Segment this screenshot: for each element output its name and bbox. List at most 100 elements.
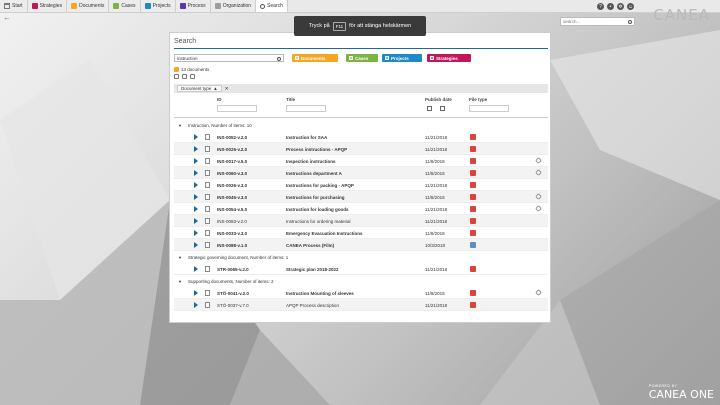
cell-title[interactable]: Strategic plan 2018-2022 (286, 267, 339, 272)
table-row[interactable]: STÖ-0037-v.7.0 APQP Process description 11… (174, 299, 548, 311)
header-file-type[interactable]: File type (469, 97, 487, 102)
cell-id[interactable]: STÖ-0041-v.2.0 (217, 291, 249, 296)
cell-title[interactable]: Process instructions - APQP (286, 147, 347, 152)
cell-title[interactable]: APQP Process description (286, 303, 339, 308)
table-row[interactable]: INS-0033-v.3.0 Emergency Evacuation Instr… (174, 227, 548, 239)
checkbox-icon[interactable] (430, 56, 434, 60)
table-row[interactable]: INS-0054-v.5.0 Instruction for loading go… (174, 203, 548, 215)
expand-row-icon[interactable] (194, 242, 198, 248)
remove-grouping-icon[interactable]: ✕ (225, 86, 229, 92)
link-icon[interactable] (534, 156, 543, 165)
columns-tool-icon[interactable] (182, 74, 187, 79)
pdf-file-icon[interactable] (470, 133, 476, 140)
cell-title[interactable]: Instructions for packing - APQP (286, 183, 354, 188)
header-publish-date[interactable]: Publish date (425, 97, 452, 102)
tab-process[interactable]: Process (175, 0, 211, 12)
group-header[interactable]: ▼ Instruction, Number of items: 10 (174, 119, 548, 131)
calendar-from-icon[interactable] (427, 106, 432, 111)
cell-title[interactable]: Instruction for SAA (286, 135, 327, 140)
group-header[interactable]: ▼ Supporting documents, Number of items: … (174, 275, 548, 287)
cell-id[interactable]: INS-0088-v.1.0 (217, 243, 247, 248)
expand-row-icon[interactable] (194, 194, 198, 200)
pdf-file-icon[interactable] (470, 265, 476, 272)
tab-search[interactable]: Search (256, 0, 288, 12)
cell-id[interactable]: INS-0045-v.3.0 (217, 195, 247, 200)
cell-title[interactable]: Emergency Evacuation Instructions (286, 231, 363, 236)
expand-row-icon[interactable] (194, 134, 198, 140)
link-icon[interactable] (534, 192, 543, 201)
expand-row-icon[interactable] (194, 146, 198, 152)
pdf-file-icon[interactable] (470, 157, 476, 164)
cell-id[interactable]: INS-0060-v.3.0 (217, 171, 247, 176)
link-icon[interactable] (534, 204, 543, 213)
pdf-file-icon[interactable] (470, 301, 476, 308)
sort-asc-icon[interactable]: ▲ (213, 86, 217, 91)
collapse-icon[interactable]: ▼ (178, 255, 182, 260)
pdf-file-icon[interactable] (470, 193, 476, 200)
cell-title[interactable]: Instruction Mounting of sleeves (286, 291, 354, 296)
cell-title[interactable]: Instructions department A (286, 171, 342, 176)
table-row[interactable]: INS-0083-v.2.0 Instructions for ordering … (174, 215, 548, 227)
checkbox-icon[interactable] (295, 56, 299, 60)
cell-id[interactable]: INS-0033-v.3.0 (217, 231, 247, 236)
pdf-file-icon[interactable] (470, 169, 476, 176)
gear-icon[interactable]: ✲ (617, 3, 624, 10)
back-arrow-icon[interactable]: ← (3, 13, 11, 22)
tab-start[interactable]: Start (0, 0, 28, 12)
link-icon[interactable] (534, 168, 543, 177)
cell-id[interactable]: INS-0052-v.2.0 (217, 135, 247, 140)
cell-title[interactable]: Instructions for purchasing (286, 195, 345, 200)
pdf-file-icon[interactable] (470, 229, 476, 236)
pdf-file-icon[interactable] (470, 181, 476, 188)
filter-cases-button[interactable]: Cases (346, 54, 378, 62)
expand-row-icon[interactable] (194, 218, 198, 224)
filter-projects-button[interactable]: Projects (382, 54, 422, 62)
table-row[interactable]: INS-0088-v.1.0 CANEA Process (Film) 10/3/2… (174, 239, 548, 251)
calendar-to-icon[interactable] (440, 106, 445, 111)
link-icon[interactable] (534, 288, 543, 297)
global-search-input[interactable]: search... (560, 17, 635, 26)
search-input[interactable]: instruction (174, 54, 284, 62)
collapse-icon[interactable]: ▼ (178, 279, 182, 284)
tab-projects[interactable]: Projects (140, 0, 176, 12)
table-row[interactable]: STÖ-0041-v.2.0 Instruction Mounting of sl… (174, 287, 548, 299)
cell-id[interactable]: INS-0017-v.5.0 (217, 159, 247, 164)
expand-row-icon[interactable] (194, 230, 198, 236)
cell-title[interactable]: Instruction for loading goods (286, 207, 349, 212)
filter-filetype-input[interactable] (469, 105, 509, 112)
cell-id[interactable]: STÖ-0037-v.7.0 (217, 303, 249, 308)
table-row[interactable]: INS-0045-v.3.0 Instructions for purchasin… (174, 191, 548, 203)
filter-title-input[interactable] (286, 105, 326, 112)
table-row[interactable]: INS-0060-v.3.0 Instructions department A 1… (174, 167, 548, 179)
grouping-chip[interactable]: Document type ▲ (177, 85, 222, 92)
search-icon[interactable] (277, 56, 281, 61)
video-file-icon[interactable] (470, 241, 476, 248)
expand-row-icon[interactable] (194, 206, 198, 212)
export-tool-icon[interactable] (190, 74, 195, 79)
cell-title[interactable]: Instructions for ordering material (286, 219, 351, 224)
tab-strategies[interactable]: Strategies (27, 0, 68, 12)
header-id[interactable]: ID (217, 97, 222, 102)
cell-id[interactable]: INS-0026-v.3.0 (217, 183, 247, 188)
pdf-file-icon[interactable] (470, 145, 476, 152)
pdf-file-icon[interactable] (470, 217, 476, 224)
expand-row-icon[interactable] (194, 158, 198, 164)
cell-title[interactable]: Inspection instructions (286, 159, 336, 164)
tab-organization[interactable]: Organization (210, 0, 257, 12)
expand-row-icon[interactable] (194, 302, 198, 308)
table-row[interactable]: STR-0065-v.2.0 Strategic plan 2018-2022 11… (174, 263, 548, 275)
cell-id[interactable]: INS-0025-v.2.0 (217, 147, 247, 152)
expand-row-icon[interactable] (194, 290, 198, 296)
cell-id[interactable]: INS-0054-v.5.0 (217, 207, 247, 212)
pdf-file-icon[interactable] (470, 205, 476, 212)
cell-title[interactable]: CANEA Process (Film) (286, 243, 334, 248)
expand-row-icon[interactable] (194, 266, 198, 272)
header-title[interactable]: Title (286, 97, 295, 102)
help-icon[interactable]: ? (597, 3, 604, 10)
cell-id[interactable]: STR-0065-v.2.0 (217, 267, 249, 272)
notifications-icon[interactable]: • (607, 3, 614, 10)
tab-documents[interactable]: Documents (67, 0, 110, 12)
table-row[interactable]: INS-0026-v.3.0 Instructions for packing -… (174, 179, 548, 191)
filter-tool-icon[interactable] (174, 74, 179, 79)
pdf-file-icon[interactable] (470, 289, 476, 296)
